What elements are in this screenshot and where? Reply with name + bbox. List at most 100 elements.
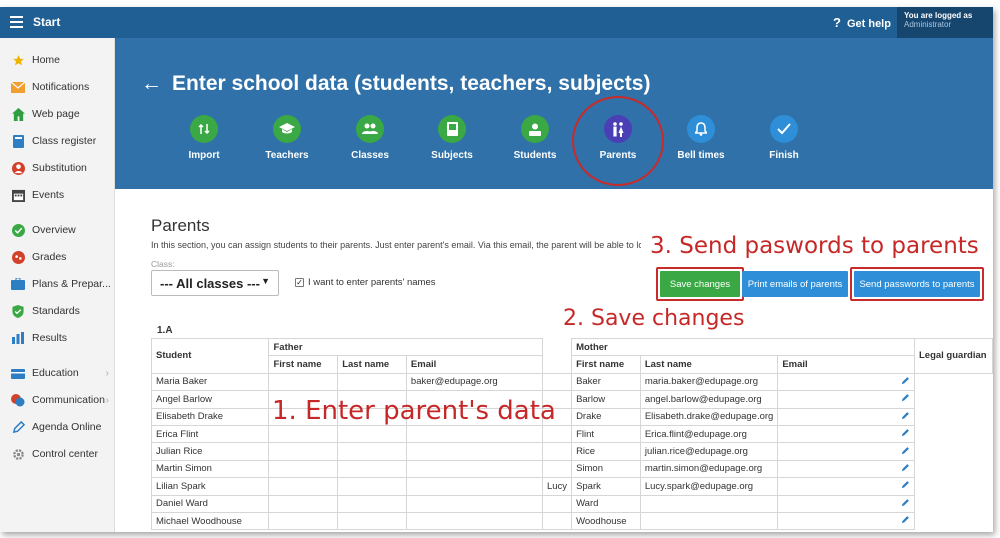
sidebar-item-home[interactable]: Home [0, 50, 115, 70]
father-email-cell[interactable] [405, 511, 543, 531]
mother-first-name-cell[interactable] [541, 459, 573, 479]
father-first-name-cell[interactable] [268, 477, 339, 496]
pencil-icon[interactable] [901, 411, 910, 423]
sidebar-item-grades[interactable]: Grades [0, 247, 115, 267]
edit-guardian-cell[interactable] [777, 390, 915, 409]
edit-guardian-cell[interactable] [777, 494, 915, 513]
sidebar-item-education[interactable]: Education › [0, 363, 115, 383]
mother-last-name-cell[interactable]: Baker [571, 372, 641, 392]
father-first-name-cell[interactable] [268, 372, 339, 392]
mother-last-name-cell[interactable]: Spark [571, 477, 641, 496]
mother-first-name-cell[interactable] [541, 372, 573, 392]
pencil-icon[interactable] [901, 516, 910, 527]
mother-last-name-cell[interactable]: Ward [571, 494, 641, 513]
mother-first-name-cell[interactable] [541, 442, 573, 461]
step-label: Subjects [431, 150, 473, 161]
sidebar-item-notifications[interactable]: Notifications [0, 77, 115, 97]
father-email-cell[interactable] [405, 477, 543, 496]
education-icon [11, 366, 25, 380]
father-email-cell[interactable] [405, 424, 543, 444]
mother-email-cell[interactable]: Elisabeth.drake@edupage.org [639, 407, 779, 426]
enter-names-checkbox[interactable]: ✓ I want to enter parents' names [295, 277, 436, 288]
father-last-name-cell[interactable] [337, 372, 407, 392]
step-bell-times[interactable]: Bell times [661, 115, 741, 161]
mother-last-name-cell[interactable]: Barlow [571, 390, 641, 409]
step-finish[interactable]: Finish [744, 115, 824, 161]
pencil-icon[interactable] [901, 394, 910, 405]
get-help-link[interactable]: ? Get help [833, 15, 891, 30]
mother-first-name-cell[interactable]: Lucy [541, 477, 573, 496]
step-teachers[interactable]: Teachers [247, 115, 327, 161]
father-first-name-cell[interactable] [268, 494, 339, 513]
father-first-name-cell[interactable] [268, 442, 339, 461]
father-last-name-cell[interactable] [337, 442, 407, 461]
mother-last-name-cell[interactable]: Drake [571, 407, 641, 426]
father-last-name-cell[interactable] [337, 511, 407, 531]
mother-last-name-cell[interactable]: Rice [571, 442, 641, 461]
sidebar-item-standards[interactable]: Standards [0, 301, 115, 321]
father-last-name-cell[interactable] [337, 424, 407, 444]
pencil-icon[interactable] [901, 377, 910, 388]
class-select[interactable]: --- All classes --- ▼ [151, 270, 279, 296]
start-label[interactable]: Start [33, 15, 60, 29]
edit-guardian-cell[interactable] [777, 372, 915, 392]
edit-guardian-cell[interactable] [777, 477, 915, 496]
father-email-cell[interactable] [405, 459, 543, 479]
pencil-icon[interactable] [901, 498, 910, 510]
back-arrow-icon[interactable]: ← [141, 72, 162, 95]
sidebar-item-agenda-online[interactable]: Agenda Online [0, 417, 115, 437]
father-email-cell[interactable] [405, 494, 543, 513]
mother-email-cell[interactable]: angel.barlow@edupage.org [639, 390, 779, 409]
edit-guardian-cell[interactable] [777, 407, 915, 426]
pencil-icon[interactable] [901, 464, 910, 475]
sidebar-item-substitution[interactable]: Substitution [0, 158, 115, 178]
father-first-name-cell[interactable] [268, 424, 339, 444]
pencil-icon[interactable] [901, 429, 910, 440]
mother-first-name-cell[interactable] [541, 511, 573, 531]
mother-email-cell[interactable]: maria.baker@edupage.org [639, 372, 779, 392]
mother-email-cell[interactable]: Lucy.spark@edupage.org [639, 477, 779, 496]
father-email-cell[interactable] [405, 442, 543, 461]
mother-last-name-cell[interactable]: Woodhouse [571, 511, 641, 531]
edit-guardian-cell[interactable] [777, 511, 915, 531]
mother-email-cell[interactable]: julian.rice@edupage.org [639, 442, 779, 461]
mother-email-cell[interactable]: Erica.flint@edupage.org [639, 424, 779, 444]
sidebar-item-overview[interactable]: Overview [0, 220, 115, 240]
step-import[interactable]: Import [164, 115, 244, 161]
pencil-icon[interactable] [901, 446, 910, 458]
mother-first-name-cell[interactable] [541, 494, 573, 513]
father-last-name-cell[interactable] [337, 477, 407, 496]
sidebar-item-communication[interactable]: Communication › [0, 390, 115, 410]
sidebar-item-events[interactable]: Events [0, 185, 115, 205]
father-last-name-cell[interactable] [337, 459, 407, 479]
sidebar-item-web-page[interactable]: Web page [0, 104, 115, 124]
checkmark-icon [770, 115, 798, 143]
checkbox-icon[interactable]: ✓ [295, 278, 304, 287]
mother-last-name-cell[interactable]: Flint [571, 424, 641, 444]
sidebar-item-class-register[interactable]: Class register [0, 131, 115, 151]
sidebar-item-results[interactable]: Results [0, 328, 115, 348]
pencil-icon[interactable] [901, 481, 910, 492]
print-emails-button[interactable]: Print emails of parents [742, 271, 848, 297]
step-students[interactable]: Students [495, 115, 575, 161]
father-first-name-cell[interactable] [268, 459, 339, 479]
step-subjects[interactable]: Subjects [412, 115, 492, 161]
mother-email-cell[interactable]: martin.simon@edupage.org [639, 459, 779, 479]
father-first-name-cell[interactable] [268, 511, 339, 531]
mother-email-cell[interactable] [639, 494, 779, 513]
mother-last-name-cell[interactable]: Simon [571, 459, 641, 479]
father-email-cell[interactable]: baker@edupage.org [405, 372, 543, 392]
login-info[interactable]: You are logged as Administrator [897, 7, 993, 38]
father-last-name-cell[interactable] [337, 494, 407, 513]
hamburger-menu-icon[interactable] [10, 16, 23, 28]
import-icon [190, 115, 218, 143]
step-classes[interactable]: Classes [330, 115, 410, 161]
sidebar: Home Notifications Web page Class regist… [0, 38, 115, 532]
edit-guardian-cell[interactable] [777, 459, 915, 479]
sidebar-item-control-center[interactable]: Control center [0, 444, 115, 464]
mother-first-name-cell[interactable] [541, 424, 573, 444]
edit-guardian-cell[interactable] [777, 442, 915, 461]
sidebar-item-plans[interactable]: Plans & Prepar... [0, 274, 115, 294]
edit-guardian-cell[interactable] [777, 424, 915, 444]
mother-email-cell[interactable] [639, 511, 779, 531]
